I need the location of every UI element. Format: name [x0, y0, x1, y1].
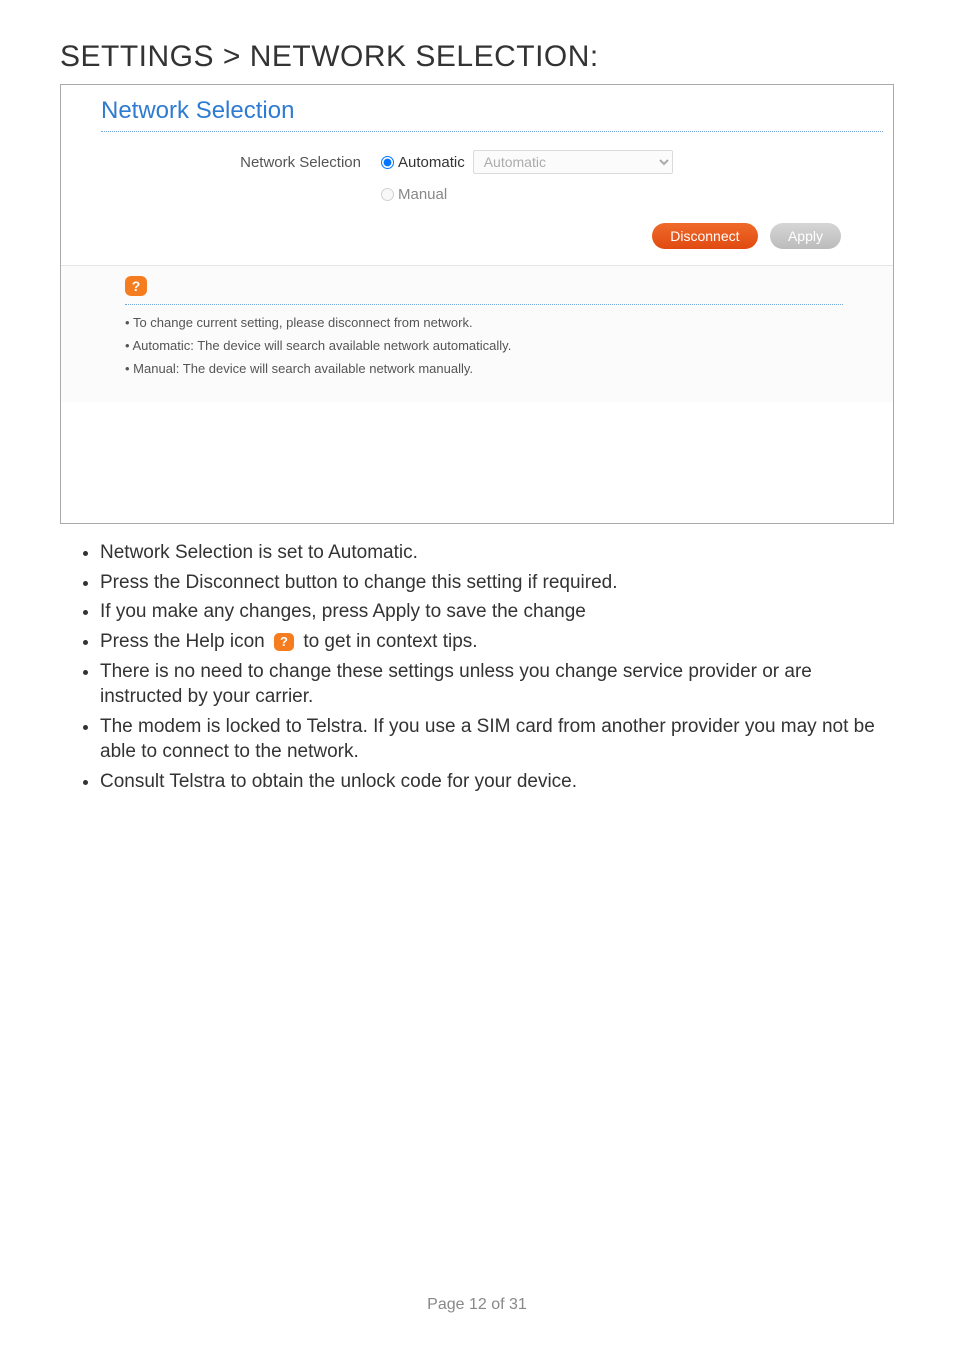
- doc-bullet: Press the Help icon ? to get in context …: [100, 629, 894, 655]
- disconnect-button[interactable]: Disconnect: [652, 223, 757, 249]
- panel-title: Network Selection: [101, 97, 883, 132]
- doc-bullet-list: Network Selection is set to Automatic. P…: [60, 540, 894, 795]
- network-select[interactable]: Automatic: [473, 150, 673, 174]
- doc-bullet-text-pre: Press the Help icon: [100, 631, 270, 652]
- help-block: ? To change current setting, please disc…: [61, 265, 893, 402]
- doc-bullet: Press the Disconnect button to change th…: [100, 570, 894, 596]
- help-icon-inline: ?: [274, 633, 294, 651]
- doc-bullet: Consult Telstra to obtain the unlock cod…: [100, 769, 894, 795]
- help-list: To change current setting, please discon…: [111, 315, 843, 376]
- network-selection-label: Network Selection: [141, 154, 381, 171]
- manual-row: Manual: [141, 186, 853, 203]
- radio-automatic-label: Automatic: [398, 154, 465, 171]
- radio-manual-label: Manual: [398, 186, 447, 203]
- doc-bullet: The modem is locked to Telstra. If you u…: [100, 714, 894, 765]
- radio-manual[interactable]: [381, 188, 394, 201]
- help-item: Automatic: The device will search availa…: [125, 338, 843, 353]
- doc-bullet: If you make any changes, press Apply to …: [100, 599, 894, 625]
- page-heading: SETTINGS > NETWORK SELECTION:: [60, 40, 894, 74]
- doc-bullet-text-post: to get in context tips.: [303, 631, 477, 652]
- doc-bullet: Network Selection is set to Automatic.: [100, 540, 894, 566]
- network-selection-row: Network Selection Automatic Automatic: [141, 150, 853, 174]
- help-icon[interactable]: ?: [125, 276, 147, 296]
- settings-panel: Network Selection Network Selection Auto…: [60, 84, 894, 524]
- help-item: To change current setting, please discon…: [125, 315, 843, 330]
- page-footer: Page 12 of 31: [0, 1296, 954, 1314]
- help-divider: [125, 304, 843, 305]
- doc-bullet: There is no need to change these setting…: [100, 659, 894, 710]
- apply-button[interactable]: Apply: [770, 223, 841, 249]
- radio-automatic[interactable]: [381, 156, 394, 169]
- help-item: Manual: The device will search available…: [125, 361, 843, 376]
